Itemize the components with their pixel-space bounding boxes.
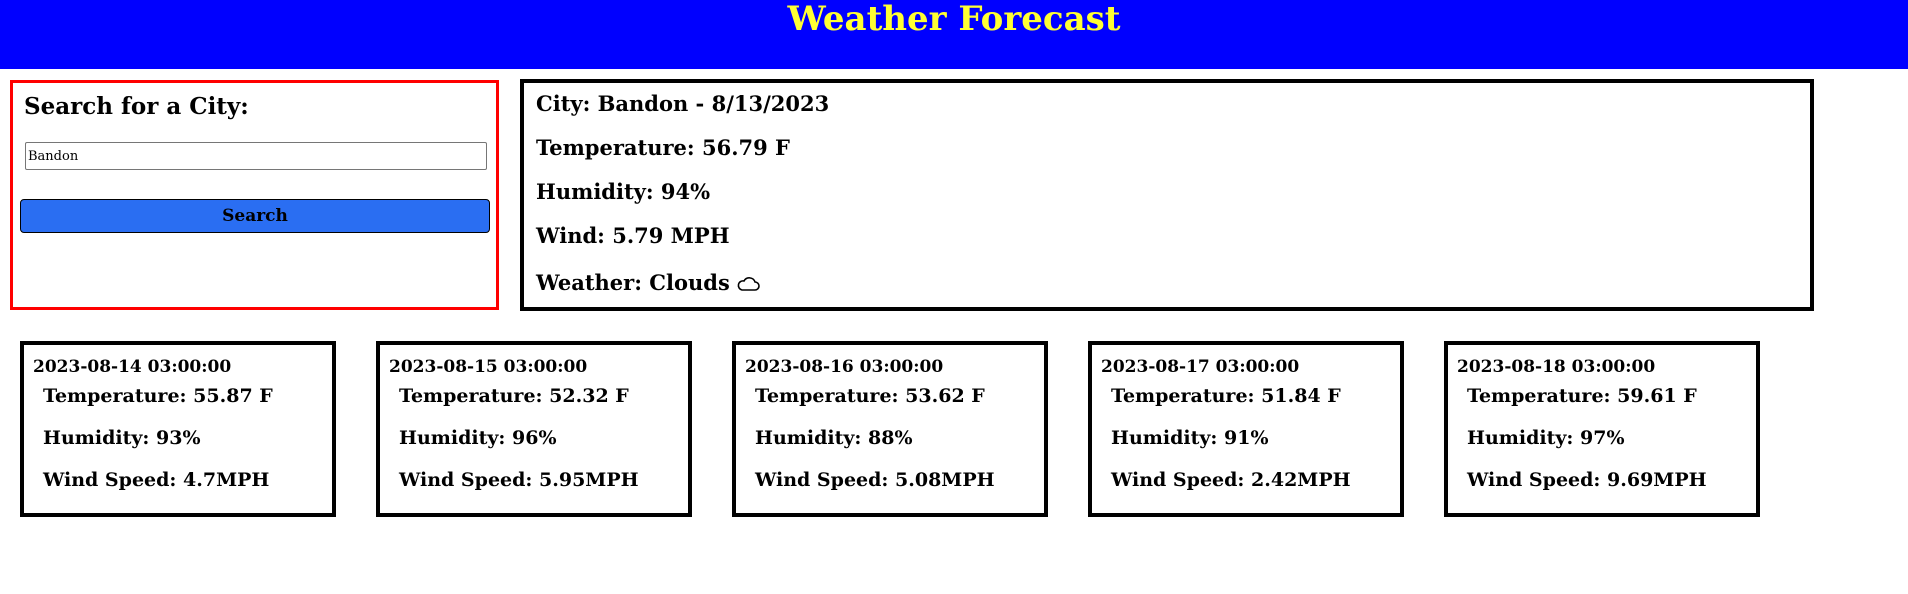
current-wind: Wind: 5.79 MPH xyxy=(536,223,730,248)
forecast-card: 2023-08-14 03:00:00 Temperature: 55.87 F… xyxy=(20,341,336,517)
forecast-date: 2023-08-16 03:00:00 xyxy=(745,357,944,377)
forecast-wind: Wind Speed: 5.08MPH xyxy=(755,469,995,491)
forecast-card: 2023-08-17 03:00:00 Temperature: 51.84 F… xyxy=(1088,341,1404,517)
forecast-temperature: Temperature: 51.84 F xyxy=(1111,385,1341,407)
forecast-humidity: Humidity: 88% xyxy=(755,427,913,449)
forecast-temperature: Temperature: 59.61 F xyxy=(1467,385,1697,407)
page-title: Weather Forecast xyxy=(787,0,1121,39)
forecast-humidity: Humidity: 97% xyxy=(1467,427,1625,449)
page-header: Weather Forecast xyxy=(0,0,1908,69)
forecast-wind: Wind Speed: 2.42MPH xyxy=(1111,469,1351,491)
forecast-card: 2023-08-15 03:00:00 Temperature: 52.32 F… xyxy=(376,341,692,517)
forecast-card: 2023-08-16 03:00:00 Temperature: 53.62 F… xyxy=(732,341,1048,517)
current-humidity: Humidity: 94% xyxy=(536,179,711,204)
forecast-card: 2023-08-18 03:00:00 Temperature: 59.61 F… xyxy=(1444,341,1760,517)
forecast-humidity: Humidity: 96% xyxy=(399,427,557,449)
forecast-wind: Wind Speed: 4.7MPH xyxy=(43,469,270,491)
forecast-temperature: Temperature: 55.87 F xyxy=(43,385,273,407)
forecast-date: 2023-08-18 03:00:00 xyxy=(1457,357,1656,377)
forecast-humidity: Humidity: 93% xyxy=(43,427,201,449)
forecast-temperature: Temperature: 53.62 F xyxy=(755,385,985,407)
search-panel: Search for a City: Search xyxy=(10,80,499,310)
search-button[interactable]: Search xyxy=(20,199,490,233)
forecast-temperature: Temperature: 52.32 F xyxy=(399,385,629,407)
city-search-input[interactable] xyxy=(25,142,487,170)
forecast-date: 2023-08-15 03:00:00 xyxy=(389,357,588,377)
current-weather-panel: City: Bandon - 8/13/2023 Temperature: 56… xyxy=(520,79,1814,311)
forecast-humidity: Humidity: 91% xyxy=(1111,427,1269,449)
current-weather: Weather: Clouds xyxy=(536,270,730,295)
forecast-wind: Wind Speed: 9.69MPH xyxy=(1467,469,1707,491)
cloud-icon xyxy=(736,272,760,297)
forecast-date: 2023-08-17 03:00:00 xyxy=(1101,357,1300,377)
current-weather-row: Weather: Clouds xyxy=(536,270,760,297)
forecast-wind: Wind Speed: 5.95MPH xyxy=(399,469,639,491)
current-temperature: Temperature: 56.79 F xyxy=(536,135,790,160)
search-title: Search for a City: xyxy=(24,93,249,120)
current-city: City: Bandon - 8/13/2023 xyxy=(536,91,830,116)
forecast-date: 2023-08-14 03:00:00 xyxy=(33,357,232,377)
